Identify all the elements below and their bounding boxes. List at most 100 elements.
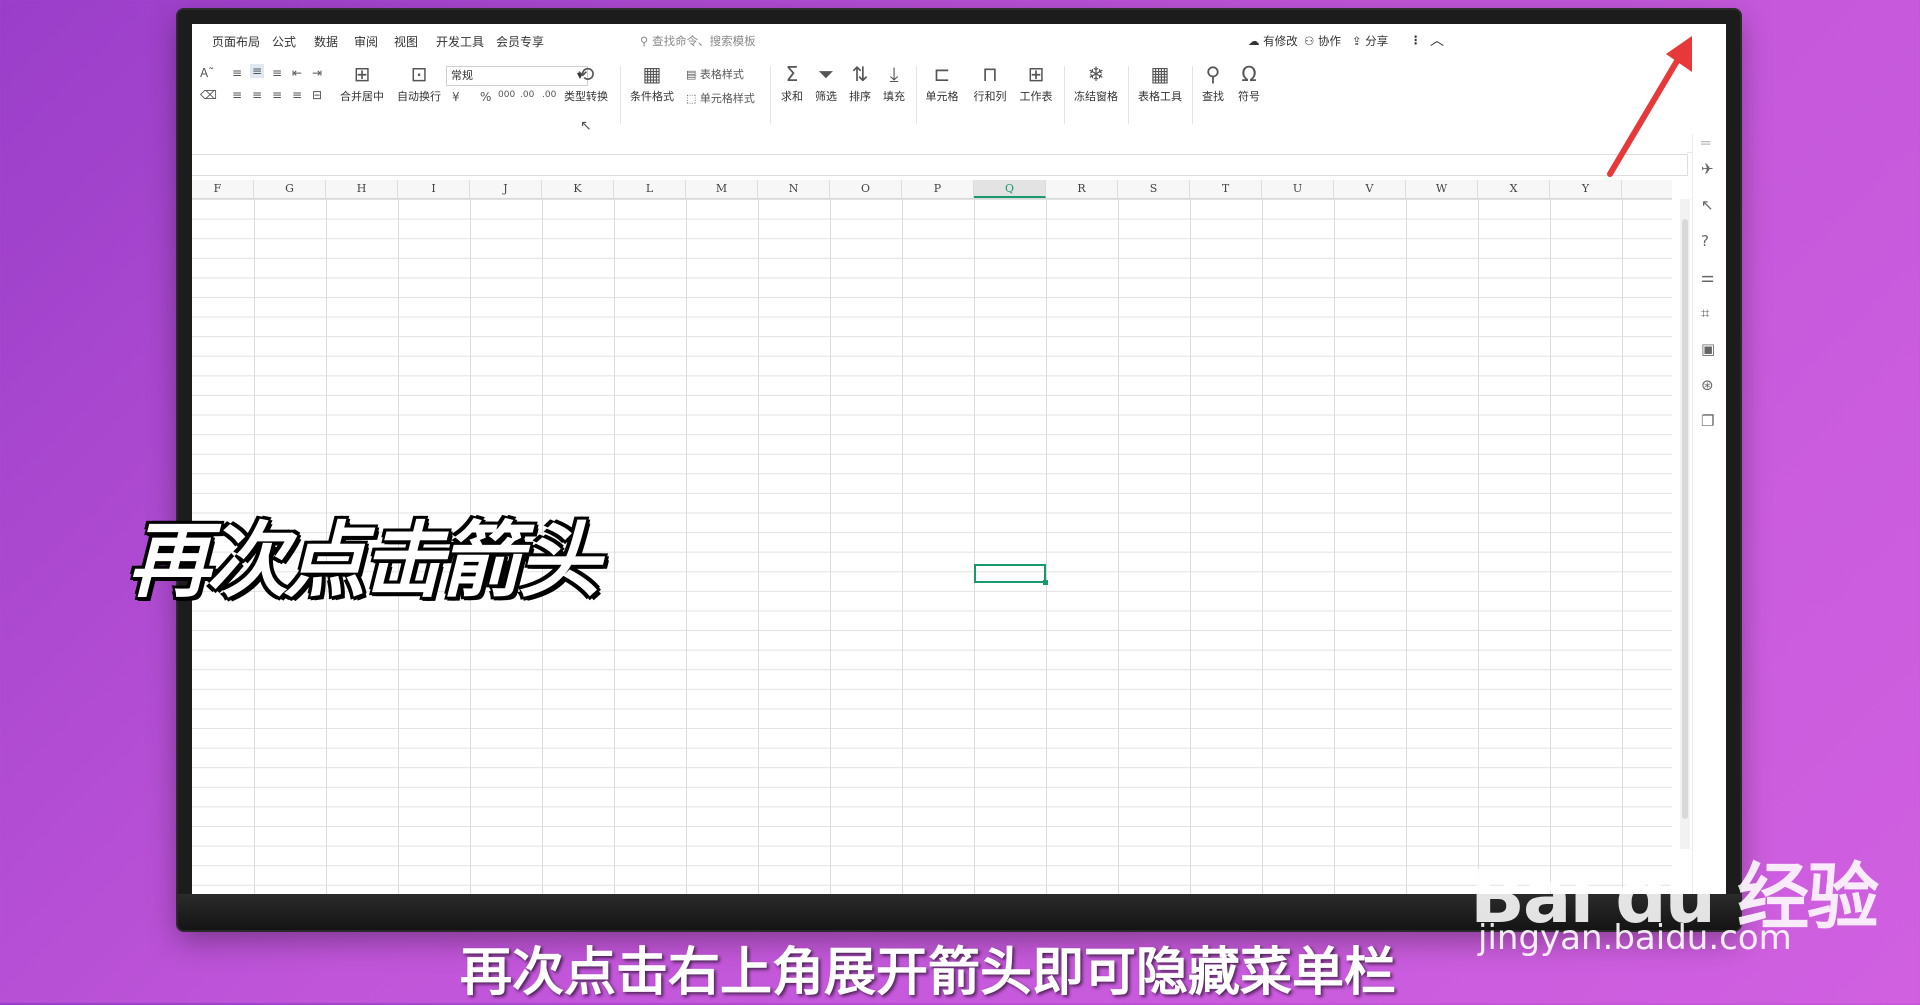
- chevron-up-icon[interactable]: ︿: [1430, 30, 1444, 50]
- row-column-button[interactable]: ⊓ 行和列: [968, 62, 1012, 104]
- type-convert-label: 类型转换: [564, 90, 608, 103]
- column-header-i[interactable]: I: [398, 180, 470, 198]
- crop-icon[interactable]: ⌗: [1701, 304, 1709, 322]
- tab-view[interactable]: 视图: [394, 33, 418, 50]
- scrollbar-thumb[interactable]: [1682, 219, 1688, 819]
- column-header-l[interactable]: L: [614, 180, 686, 198]
- column-header-n[interactable]: N: [758, 180, 830, 198]
- distribute-icon[interactable]: ⊟: [312, 88, 322, 102]
- cell-button[interactable]: ⊏ 单元格: [920, 62, 964, 104]
- pointer-icon[interactable]: ↖: [1701, 196, 1714, 214]
- column-header-s[interactable]: S: [1118, 180, 1190, 198]
- arrow-head: [1666, 36, 1692, 72]
- column-header-v[interactable]: V: [1334, 180, 1406, 198]
- location-icon[interactable]: ⊛: [1701, 376, 1714, 394]
- modified-button[interactable]: ☁ 有修改: [1248, 33, 1298, 49]
- thousands-button[interactable]: 000: [498, 90, 515, 100]
- vertical-scrollbar[interactable]: [1680, 199, 1690, 849]
- merge-icon: ⊞: [353, 62, 371, 86]
- tab-formula[interactable]: 公式: [272, 33, 296, 50]
- sort-button[interactable]: ⇅ 排序: [844, 62, 876, 104]
- freeze-panes-button[interactable]: ❄ 冻结窗格: [1068, 62, 1124, 104]
- tab-member[interactable]: 会员专享: [496, 33, 544, 50]
- sigma-icon: Σ: [785, 62, 799, 86]
- table-style-button[interactable]: ▤ 表格样式: [686, 66, 744, 82]
- filter-button[interactable]: ⏷ 筛选: [810, 62, 842, 104]
- cell-icon: ⊏: [933, 62, 951, 86]
- wrap-text-button[interactable]: ⊡ 自动换行: [390, 62, 448, 104]
- merge-center-button[interactable]: ⊞ 合并居中: [334, 62, 390, 104]
- column-header-m[interactable]: M: [686, 180, 758, 198]
- search-icon: ⚲: [640, 34, 649, 48]
- column-header-o[interactable]: O: [830, 180, 902, 198]
- convert-icon: ⟲: [577, 62, 595, 86]
- column-header-r[interactable]: R: [1046, 180, 1118, 198]
- ribbon-toolbar: A˜ ⌫ ≡ ≡ ≡ ⇤ ⇥ ≡ ≡ ≡ ≡ ⊟ ⊞ 合并居中 ⊡ 自动换行 常…: [192, 56, 1726, 153]
- column-header-u[interactable]: U: [1262, 180, 1334, 198]
- ribbon-separator: [1192, 66, 1193, 124]
- share-button[interactable]: ⇪ 分享: [1352, 33, 1388, 49]
- increase-decimal-button[interactable]: .00: [520, 90, 534, 100]
- align-center-icon[interactable]: ≡: [252, 88, 262, 102]
- sort-label: 排序: [849, 90, 871, 103]
- column-header-h[interactable]: H: [326, 180, 398, 198]
- currency-button[interactable]: ¥: [452, 90, 460, 104]
- settings-slider-icon[interactable]: ⚌: [1701, 268, 1714, 286]
- sum-button[interactable]: Σ 求和: [776, 62, 808, 104]
- selected-cell[interactable]: [974, 564, 1048, 585]
- fill-button[interactable]: ⤓ 填充: [878, 62, 910, 104]
- column-header-q[interactable]: Q: [974, 180, 1046, 198]
- cell-style-button[interactable]: ⬚ 单元格样式: [686, 90, 755, 106]
- more-icon[interactable]: ⋮: [1410, 33, 1422, 47]
- monitor-frame: 页面布局 公式 数据 审阅 视图 开发工具 会员专享 ⚲ 查找命令、搜索模板 ☁…: [178, 10, 1740, 930]
- tab-data[interactable]: 数据: [314, 33, 338, 50]
- collaborate-label: 协作: [1317, 34, 1341, 48]
- command-search[interactable]: ⚲ 查找命令、搜索模板: [640, 33, 756, 49]
- share-icon: ⇪: [1352, 34, 1362, 48]
- column-header-g[interactable]: G: [254, 180, 326, 198]
- align-bottom-icon[interactable]: ≡: [272, 66, 282, 80]
- column-header-f[interactable]: F: [192, 180, 254, 198]
- tab-developer[interactable]: 开发工具: [436, 33, 484, 50]
- find-button[interactable]: ⚲ 查找: [1196, 62, 1230, 104]
- sum-label: 求和: [781, 90, 803, 103]
- tab-review[interactable]: 审阅: [354, 33, 378, 50]
- collaborate-button[interactable]: ⚇ 协作: [1304, 33, 1341, 49]
- wrap-label: 自动换行: [397, 90, 441, 103]
- book-icon[interactable]: ❐: [1701, 412, 1714, 430]
- align-left-icon[interactable]: ≡: [232, 88, 242, 102]
- eraser-icon[interactable]: ⌫: [200, 88, 217, 102]
- align-top-icon[interactable]: ≡: [232, 66, 242, 80]
- align-middle-icon[interactable]: ≡: [250, 64, 265, 78]
- font-size-icon[interactable]: A˜: [200, 66, 214, 80]
- type-convert-button[interactable]: ⟲ 类型转换: [556, 62, 616, 104]
- conditional-format-button[interactable]: ▦ 条件格式: [624, 62, 680, 104]
- indent-increase-icon[interactable]: ⇥: [312, 66, 322, 80]
- tab-page-layout[interactable]: 页面布局: [212, 33, 260, 50]
- formula-bar: [192, 152, 1688, 178]
- arrow-shaft: [1607, 53, 1683, 177]
- column-header-k[interactable]: K: [542, 180, 614, 198]
- help-icon[interactable]: ?: [1701, 232, 1709, 250]
- indent-decrease-icon[interactable]: ⇤: [292, 66, 302, 80]
- align-right-icon[interactable]: ≡: [272, 88, 282, 102]
- image-icon[interactable]: ▣: [1701, 340, 1715, 358]
- justify-icon[interactable]: ≡: [292, 88, 302, 102]
- percent-button[interactable]: %: [480, 90, 491, 104]
- symbol-button[interactable]: Ω 符号: [1232, 62, 1266, 104]
- column-header-w[interactable]: W: [1406, 180, 1478, 198]
- column-header-t[interactable]: T: [1190, 180, 1262, 198]
- column-header-j[interactable]: J: [470, 180, 542, 198]
- freeze-label: 冻结窗格: [1074, 90, 1118, 103]
- column-header-x[interactable]: X: [1478, 180, 1550, 198]
- cloud-icon: ☁: [1248, 34, 1260, 48]
- column-header-p[interactable]: P: [902, 180, 974, 198]
- decrease-decimal-button[interactable]: .00: [542, 90, 556, 100]
- table-tools-button[interactable]: ▦ 表格工具: [1132, 62, 1188, 104]
- worksheet-button[interactable]: ⊞ 工作表: [1014, 62, 1058, 104]
- worksheet-icon: ⊞: [1027, 62, 1045, 86]
- table-style-icon: ▤: [686, 68, 697, 81]
- column-header-row: F G H I J K L M N O P Q R S T U V W X Y: [192, 180, 1672, 199]
- formula-input[interactable]: [192, 154, 1688, 176]
- right-sidebar: ═ ✈ ↖ ? ⚌ ⌗ ▣ ⊛ ❐: [1692, 134, 1726, 894]
